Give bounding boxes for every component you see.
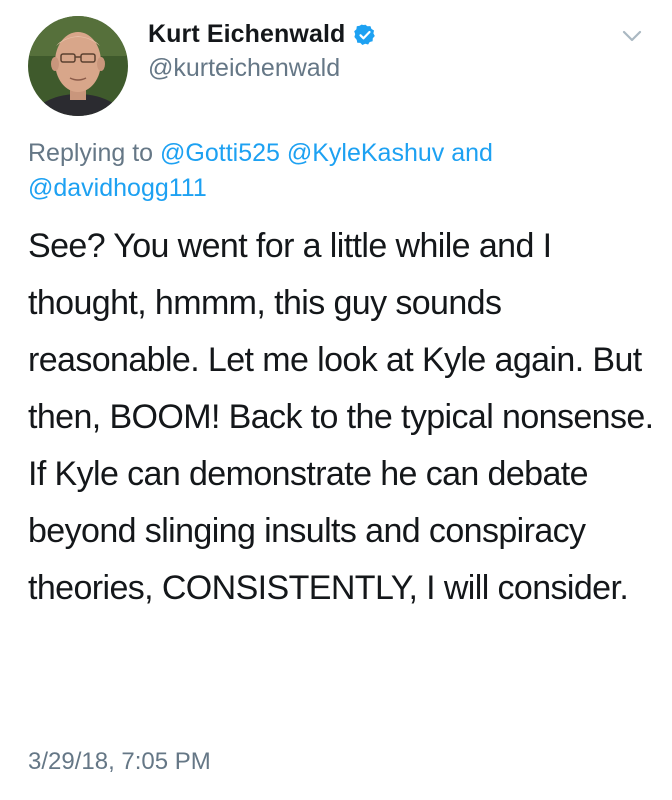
reply-conjunction: and: [451, 139, 493, 167]
mention-link[interactable]: @Gotti525: [160, 139, 280, 167]
reply-context: Replying to @Gotti525 @KyleKashuv and @d…: [28, 136, 638, 206]
author-row: Kurt Eichenwald: [148, 20, 377, 49]
author-name[interactable]: Kurt Eichenwald: [148, 20, 345, 49]
tweet-card: Kurt Eichenwald @kurteichenwald Replying…: [0, 0, 672, 800]
reply-prefix: Replying to: [28, 139, 154, 167]
author-handle[interactable]: @kurteichenwald: [148, 54, 340, 83]
tweet-text: See? You went for a little while and I t…: [28, 227, 654, 607]
mention-link[interactable]: @davidhogg111: [28, 174, 207, 202]
chevron-down-icon[interactable]: [618, 26, 646, 46]
avatar[interactable]: [28, 16, 128, 116]
verified-badge-icon: [354, 24, 376, 45]
mention-link[interactable]: @KyleKashuv: [287, 139, 444, 167]
tweet-timestamp[interactable]: 3/29/18, 7:05 PM: [28, 748, 211, 776]
